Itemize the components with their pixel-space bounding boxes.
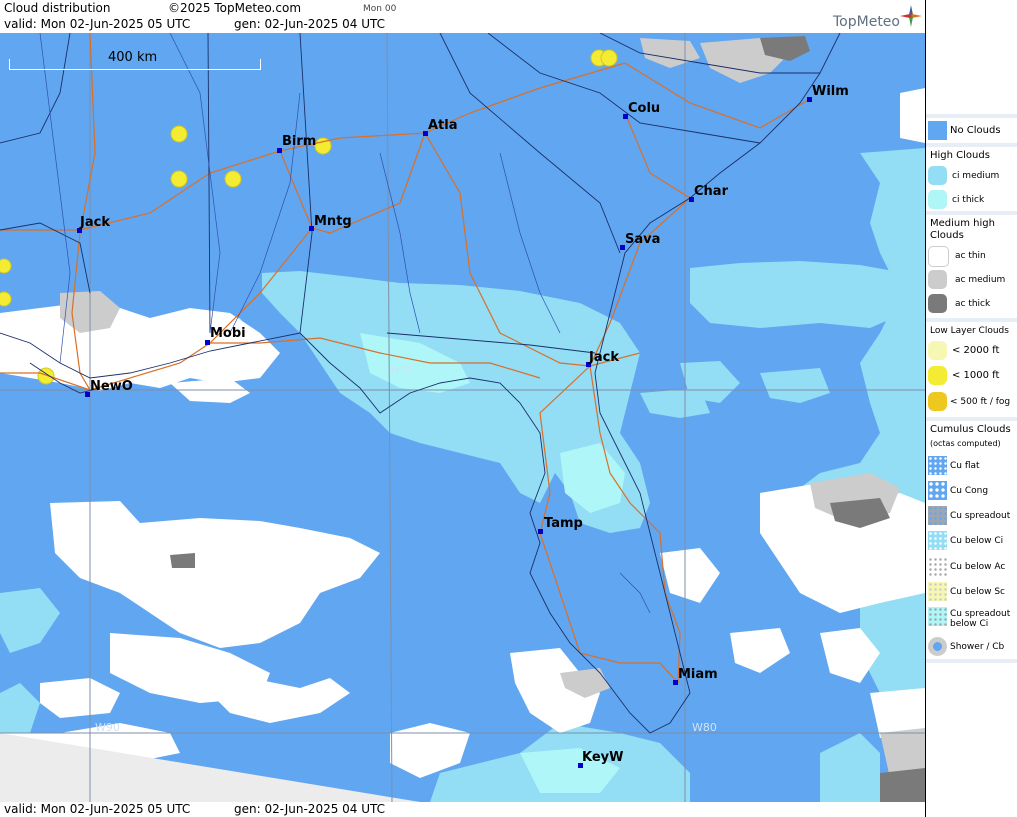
legend-shower-cb: Shower / Cb — [950, 642, 1005, 652]
scale-bar: 400 km — [9, 50, 261, 70]
city-label-jack-fl: Jack — [589, 350, 619, 365]
city-label-char: Char — [694, 184, 728, 199]
topmeteo-logo: TopMeteo — [833, 14, 900, 30]
scale-label: 400 km — [106, 50, 160, 65]
shower-cb-swatch — [928, 637, 947, 656]
valid-time: valid: Mon 02-Jun-2025 05 UTC — [4, 17, 191, 31]
footer-gen-time: gen: 02-Jun-2025 04 UTC — [234, 802, 386, 816]
legend-divider — [926, 659, 1017, 663]
legend-cu-below-sc: Cu below Sc — [950, 587, 1005, 597]
city-marker — [538, 529, 543, 534]
legend-ac-medium: ac medium — [955, 275, 1006, 285]
map-title: Cloud distribution — [4, 1, 111, 15]
cloud-layer — [0, 33, 925, 802]
gen-time: gen: 02-Jun-2025 04 UTC — [234, 17, 386, 31]
legend-divider — [926, 318, 1017, 322]
legend-low-500: < 500 ft / fog — [950, 397, 1011, 407]
ci-thick-swatch — [928, 190, 947, 209]
cu-spreadout-swatch — [928, 506, 947, 525]
legend-high-heading: High Clouds — [930, 150, 990, 161]
legend-low-2000: < 2000 ft — [952, 345, 1000, 356]
legend-cu-cong: Cu Cong — [950, 486, 989, 496]
cloud-map[interactable]: 400 km N30 W90 W80 Birm Atla Colu Wilm J… — [0, 33, 925, 802]
legend-low-heading: Low Layer Clouds — [930, 326, 1009, 336]
low-500-swatch — [928, 392, 947, 411]
city-label-keyw: KeyW — [582, 750, 624, 765]
model-run: Mon 00 — [363, 4, 397, 14]
cu-below-ci-swatch — [928, 531, 947, 550]
legend-panel: No Clouds High Clouds ci medium ci thick… — [925, 0, 1017, 817]
legend-cu-spreadout-below-ci-2: below Ci — [950, 619, 989, 629]
legend-divider — [926, 211, 1017, 215]
low-2000-swatch — [928, 341, 947, 360]
legend-ac-thick: ac thick — [955, 299, 991, 309]
legend-divider — [926, 114, 1017, 118]
city-label-wilm: Wilm — [812, 84, 849, 99]
legend-divider — [926, 417, 1017, 421]
legend-cu-flat: Cu flat — [950, 461, 980, 471]
legend-cu-spreadout-below-ci-1: Cu spreadout — [950, 609, 1011, 619]
cu-below-sc-swatch — [928, 582, 947, 601]
ac-thick-swatch — [928, 294, 947, 313]
city-label-tamp: Tamp — [544, 516, 583, 531]
no-clouds-swatch — [928, 121, 947, 140]
ci-medium-swatch — [928, 166, 947, 185]
footer-valid-time: valid: Mon 02-Jun-2025 05 UTC — [4, 802, 191, 816]
city-label-miam: Miam — [678, 667, 718, 682]
city-label-colu: Colu — [628, 101, 661, 116]
legend-medium-heading-2: Clouds — [930, 230, 964, 241]
footer-bar: valid: Mon 02-Jun-2025 05 UTC gen: 02-Ju… — [0, 802, 925, 817]
legend-ci-medium: ci medium — [952, 171, 1000, 181]
legend-cu-spreadout: Cu spreadout — [950, 511, 1011, 521]
city-label-jack-ms: Jack — [80, 215, 110, 230]
compass-logo-icon — [900, 5, 922, 27]
legend-ac-thin: ac thin — [955, 251, 986, 261]
header-bar: Cloud distribution ©2025 TopMeteo.com Mo… — [0, 0, 925, 33]
city-label-mntg: Mntg — [314, 214, 352, 229]
cu-cong-swatch — [928, 481, 947, 500]
cu-flat-swatch — [928, 456, 947, 475]
legend-cumulus-sub: (octas computed) — [930, 439, 1001, 448]
legend-cu-below-ci: Cu below Ci — [950, 536, 1004, 546]
city-label-mobi: Mobi — [210, 326, 246, 341]
legend-ci-thick: ci thick — [952, 195, 985, 205]
ac-medium-swatch — [928, 270, 947, 289]
legend-no-clouds: No Clouds — [950, 125, 1001, 136]
grid-label-w90: W90 — [95, 721, 120, 734]
city-label-atla: Atla — [428, 118, 458, 133]
cu-spreadout-below-ci-swatch — [928, 607, 947, 626]
copyright: ©2025 TopMeteo.com — [168, 1, 302, 15]
ac-thin-swatch — [928, 246, 949, 267]
legend-cu-below-ac: Cu below Ac — [950, 562, 1006, 572]
cu-below-ac-swatch — [928, 557, 947, 576]
low-1000-swatch — [928, 366, 947, 385]
legend-low-1000: < 1000 ft — [952, 370, 1000, 381]
city-label-birm: Birm — [282, 134, 317, 149]
grid-label-n30: N30 — [391, 364, 414, 377]
legend-divider — [926, 143, 1017, 147]
city-label-sava: Sava — [625, 232, 661, 247]
grid-label-w80: W80 — [692, 721, 717, 734]
legend-medium-heading-1: Medium high — [930, 218, 995, 229]
shower-cb-dot — [933, 642, 942, 651]
legend-cumulus-heading: Cumulus Clouds — [930, 424, 1011, 435]
city-label-newo: NewO — [90, 379, 133, 394]
